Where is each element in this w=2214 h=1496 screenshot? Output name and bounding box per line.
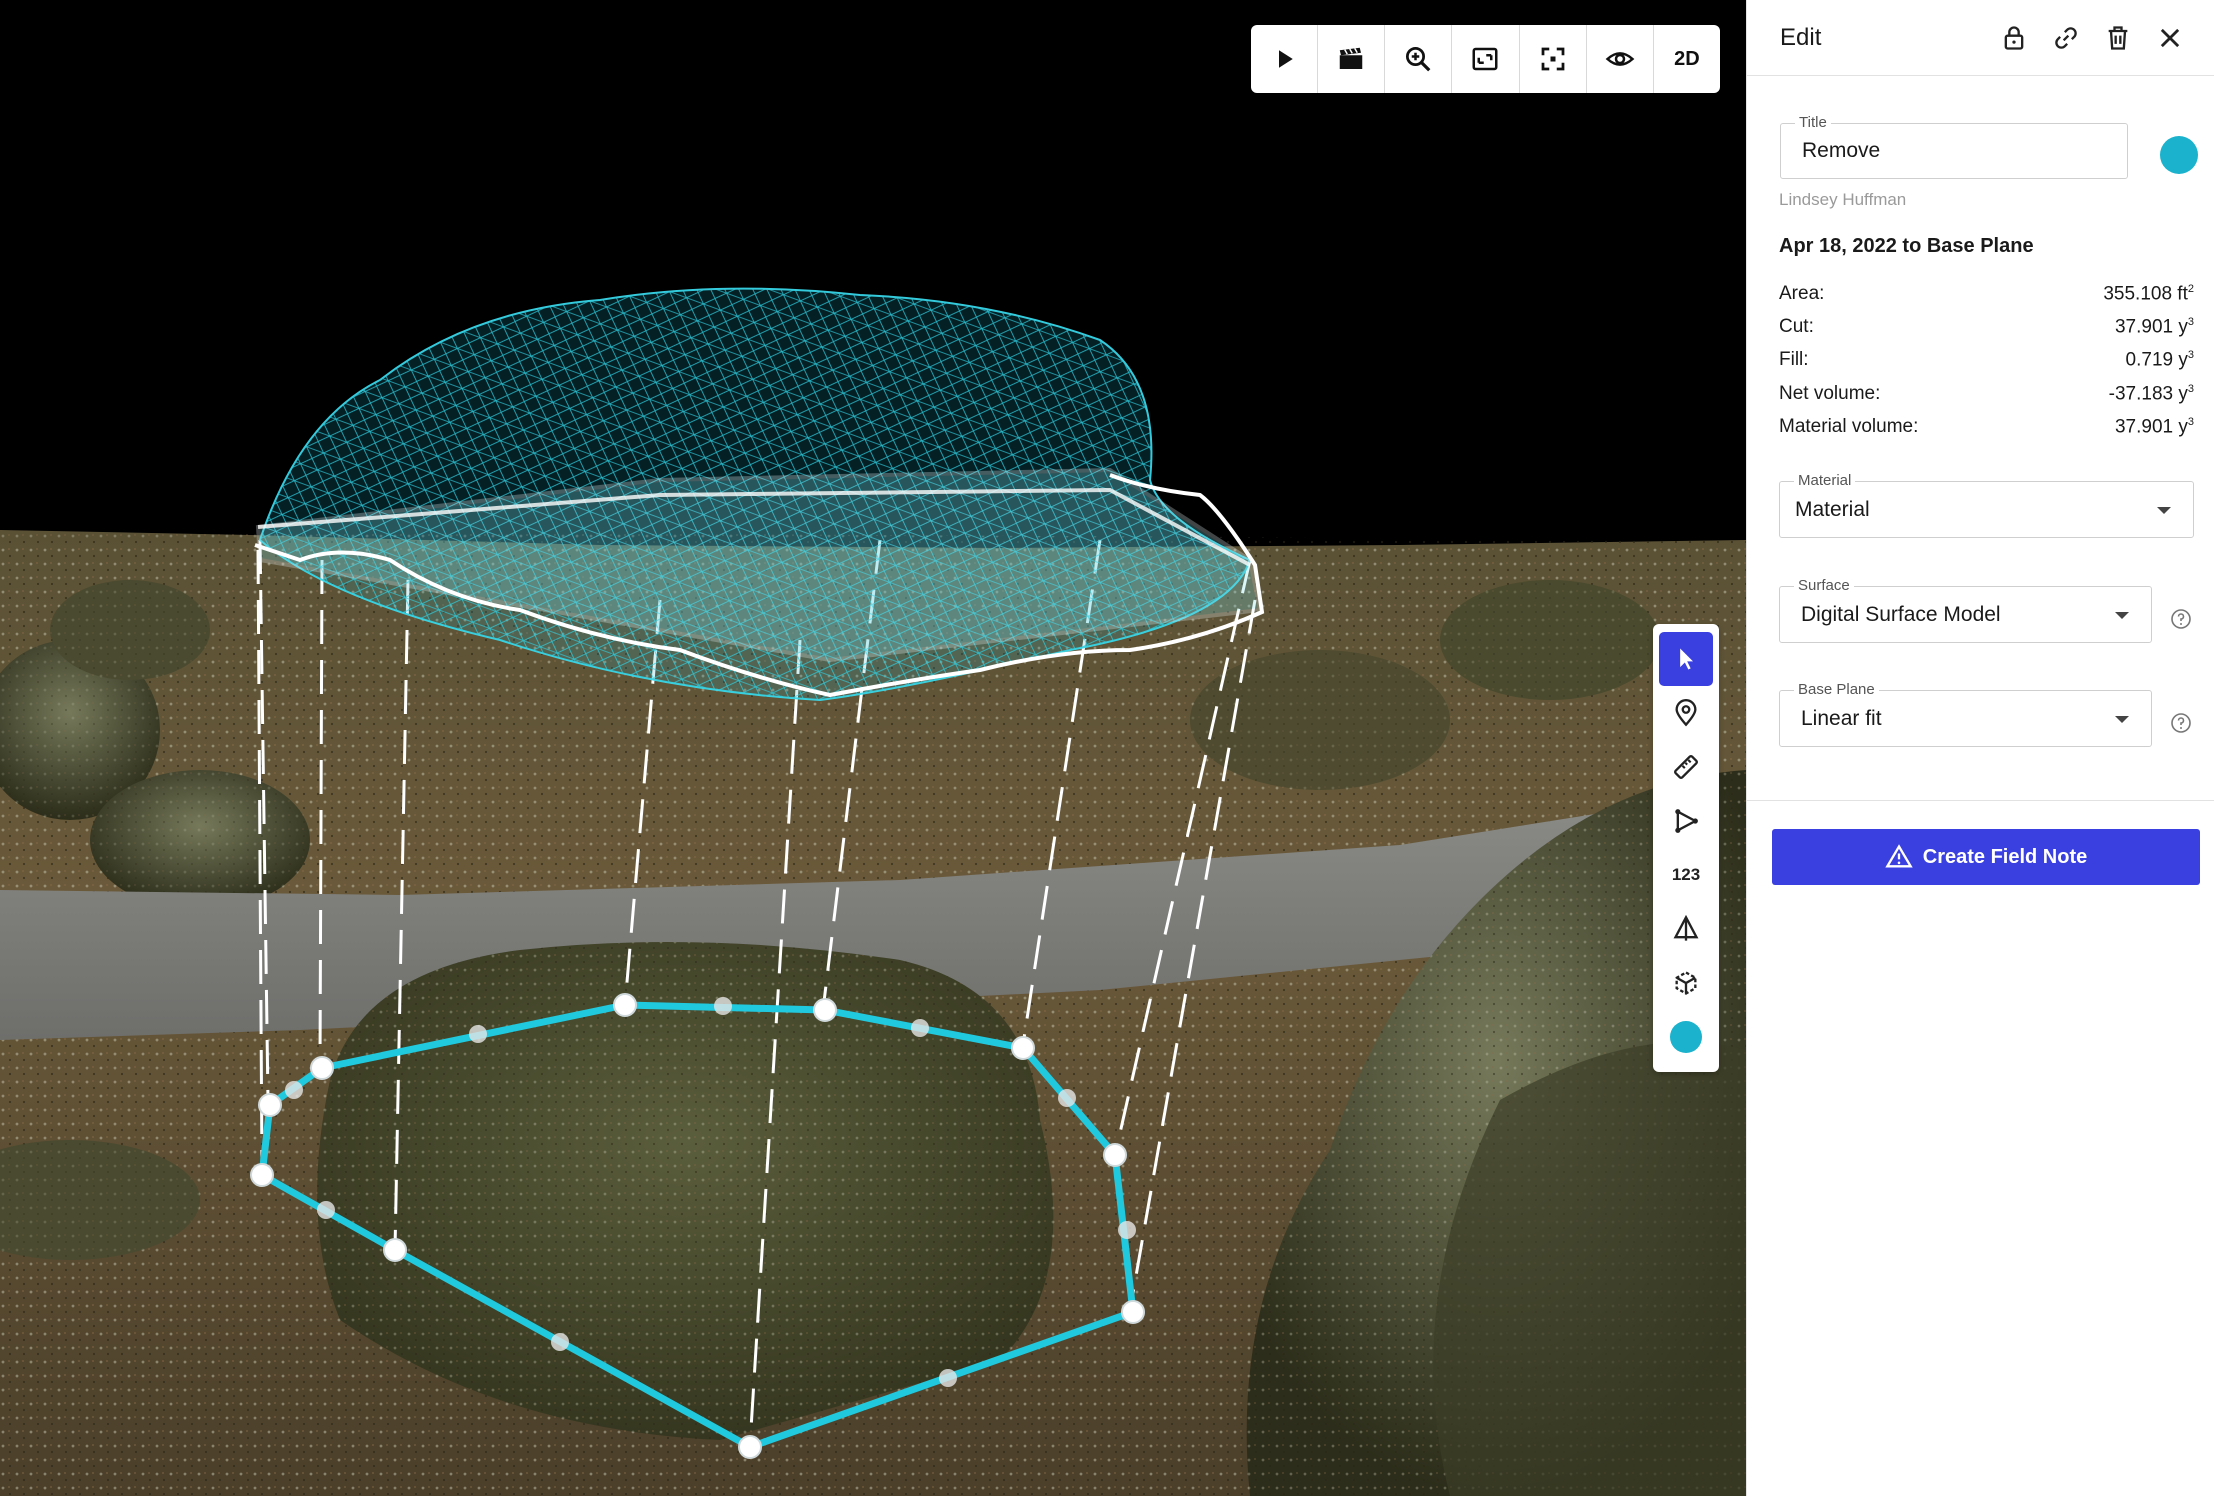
- base-plane-select[interactable]: Base Plane Linear fit: [1779, 681, 2152, 747]
- play-icon: [1279, 50, 1293, 68]
- cursor-icon: [1680, 648, 1693, 670]
- volume-tool[interactable]: [1659, 902, 1713, 956]
- stat-value: 0.719 y3: [2125, 349, 2194, 371]
- map-pin-icon: [1675, 699, 1697, 727]
- stat-value: 37.901 y3: [2114, 316, 2194, 338]
- stat-row-material-volume: Material volume: 37.901 y3: [1779, 416, 2194, 446]
- stat-row-area: Area: 355.108 ft2: [1779, 283, 2194, 313]
- close-button[interactable]: [2144, 12, 2196, 64]
- polyline-tool[interactable]: [1659, 794, 1713, 848]
- title-field-value: Remove: [1802, 139, 1881, 162]
- eye-icon: [1605, 52, 1635, 66]
- delete-button[interactable]: [2092, 12, 2144, 64]
- elevation-tool-label: 123: [1671, 865, 1701, 884]
- clapperboard-icon: [1339, 47, 1363, 69]
- panel-divider: [1746, 800, 2214, 801]
- elevation-tool[interactable]: 123: [1659, 848, 1713, 902]
- base-plane-help-button[interactable]: [2169, 711, 2193, 735]
- create-field-note-button[interactable]: Create Field Note: [1772, 829, 2200, 885]
- surface-select-value: Digital Surface Model: [1801, 602, 2001, 626]
- fit-view-icon: [1472, 47, 1498, 71]
- ruler-icon: [1674, 755, 1698, 779]
- material-select-value: Material: [1795, 497, 1870, 521]
- 2d-mode-button[interactable]: 2D: [1654, 25, 1720, 93]
- color-tool[interactable]: [1659, 1010, 1713, 1064]
- link-icon: [2055, 26, 2077, 49]
- close-icon: [2160, 28, 2180, 47]
- help-icon: [2171, 713, 2191, 733]
- comparison-title: Apr 18, 2022 to Base Plane: [1779, 235, 2034, 257]
- stat-label: Cut:: [1779, 316, 1814, 337]
- edit-panel: Edit Title Remove: [1746, 0, 2214, 1496]
- author-name: Lindsey Huffman: [1779, 190, 1907, 209]
- surface-select[interactable]: Surface Digital Surface Model: [1779, 577, 2152, 643]
- panel-header: Edit: [1747, 0, 2214, 76]
- measure-tool[interactable]: [1659, 740, 1713, 794]
- color-picker-button[interactable]: [2160, 136, 2198, 174]
- lock-button[interactable]: [1988, 12, 2040, 64]
- panel-title: Edit: [1780, 23, 1822, 51]
- view-toolbar: 2D: [1251, 25, 1720, 93]
- stat-value: 37.901 y3: [2114, 416, 2194, 438]
- stat-label: Material volume:: [1779, 416, 1919, 437]
- warning-icon: [1885, 844, 1913, 868]
- zoom-button[interactable]: [1385, 25, 1453, 93]
- cube-icon: [1675, 971, 1697, 995]
- tool-palette: 123: [1653, 624, 1719, 1072]
- title-field[interactable]: Title Remove: [1780, 114, 2128, 179]
- stat-row-fill: Fill: 0.719 y3: [1779, 349, 2194, 379]
- base-plane-select-value: Linear fit: [1801, 706, 1882, 730]
- 2d-mode-label: 2D: [1674, 47, 1700, 70]
- pyramid-icon: [1673, 915, 1699, 941]
- terrain-scene[interactable]: [0, 0, 1746, 1496]
- lock-icon: [2004, 25, 2024, 50]
- chevron-down-icon: [2157, 506, 2171, 514]
- play-button[interactable]: [1251, 25, 1319, 93]
- flythrough-button[interactable]: [1318, 25, 1386, 93]
- pin-tool[interactable]: [1659, 686, 1713, 740]
- chevron-down-icon: [2115, 715, 2129, 723]
- stat-row-net-volume: Net volume: -37.183 y3: [1779, 383, 2194, 413]
- stat-label: Net volume:: [1779, 383, 1881, 404]
- trash-icon: [2108, 25, 2128, 50]
- visibility-button[interactable]: [1587, 25, 1654, 93]
- chevron-down-icon: [2115, 611, 2129, 619]
- color-swatch: [1670, 1021, 1702, 1053]
- fullscreen-icon: [1541, 47, 1564, 71]
- stat-label: Fill:: [1779, 349, 1809, 370]
- material-select[interactable]: Material Material: [1779, 472, 2194, 538]
- select-tool[interactable]: [1659, 632, 1713, 686]
- stat-row-cut: Cut: 37.901 y3: [1779, 316, 2194, 346]
- 3d-viewport[interactable]: 2D 123: [0, 0, 1746, 1496]
- fit-view-button[interactable]: [1452, 25, 1520, 93]
- surface-help-button[interactable]: [2169, 607, 2193, 631]
- link-button[interactable]: [2040, 12, 2092, 64]
- stat-label: Area:: [1779, 283, 1825, 304]
- stat-value: -37.183 y3: [2108, 383, 2194, 405]
- fullscreen-button[interactable]: [1520, 25, 1587, 93]
- cube-tool[interactable]: [1659, 956, 1713, 1010]
- stat-value: 355.108 ft2: [2103, 283, 2194, 305]
- help-icon: [2171, 609, 2191, 629]
- zoom-in-icon: [1406, 47, 1431, 72]
- create-field-note-label: Create Field Note: [1922, 845, 2088, 868]
- polyline-icon: [1675, 809, 1698, 833]
